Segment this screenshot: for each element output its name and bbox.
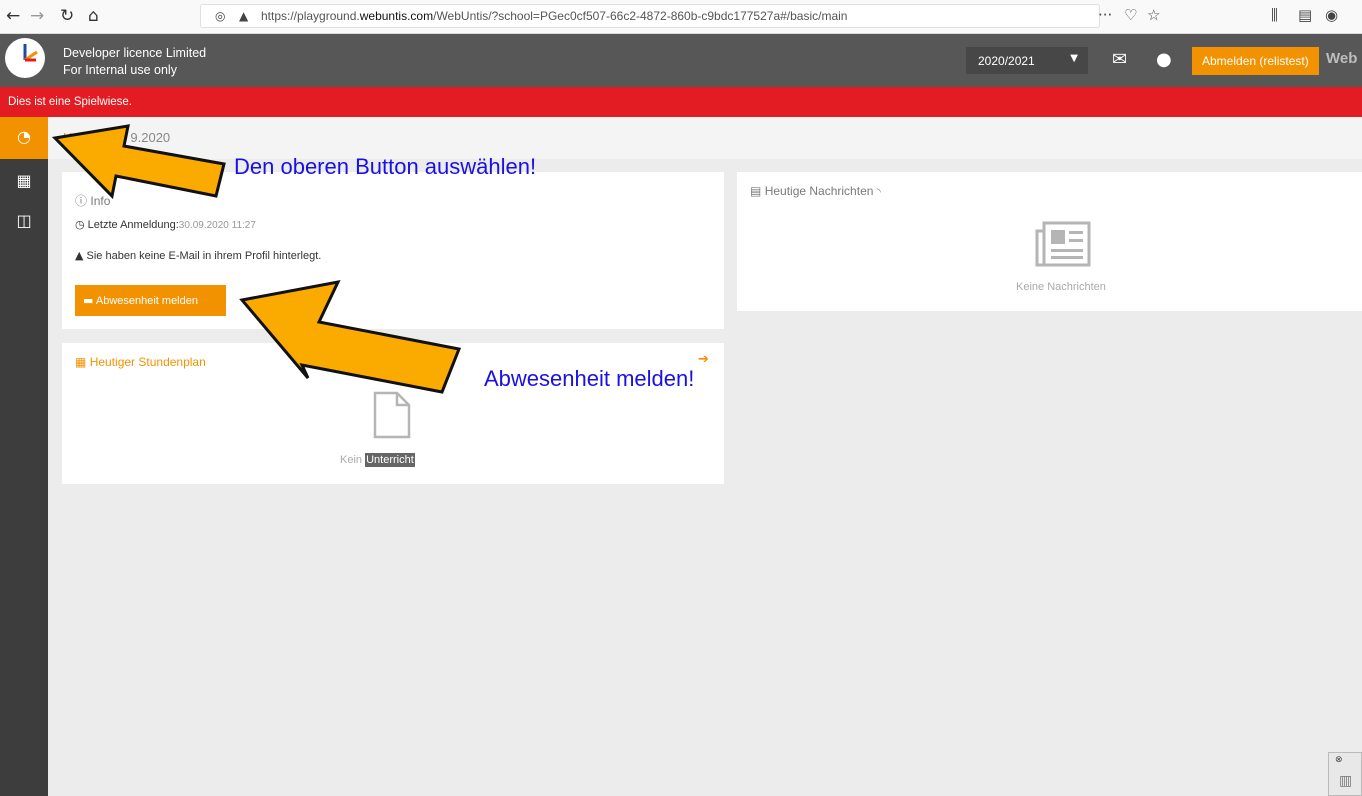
logout-button[interactable]: Abmelden (relistest) (1192, 47, 1319, 75)
playground-banner: Dies ist eine Spielwiese. (0, 87, 1362, 117)
reload-icon[interactable]: ↻ (60, 6, 74, 26)
bookmark-star-icon[interactable]: ☆ (1147, 6, 1160, 24)
book-icon: ◫ (16, 211, 32, 230)
rss-icon: ◝ (876, 187, 881, 198)
browser-toolbar: ← → ↻ ⌂ ◎ ▲ https://playground.webuntis.… (0, 0, 1362, 34)
caret-down-icon: ▼ (1070, 53, 1078, 64)
no-news-text: Keine Nachrichten (1016, 281, 1106, 293)
newspaper-large-icon (1035, 221, 1091, 267)
empty-document-icon (373, 391, 411, 439)
library-icon[interactable]: ⫼ (1271, 6, 1278, 24)
newspaper-icon: ▤ (750, 184, 762, 198)
sidebar-item-dashboard[interactable]: ◔ (0, 117, 48, 159)
home-icon[interactable]: ⌂ (88, 6, 99, 26)
page-title: H 9.2020 (63, 130, 171, 145)
url-text: https://playground.webuntis.com/WebUntis… (261, 9, 848, 23)
address-bar[interactable]: ◎ ▲ https://playground.webuntis.com/WebU… (200, 4, 1100, 28)
info-widget: ⓘ Info ◷ Letzte Anmeldung:30.09.2020 11:… (62, 172, 724, 329)
trash-widget[interactable]: ⊗ ▥ (1328, 752, 1362, 796)
user-icon[interactable]: ● (1156, 49, 1172, 70)
info-circle-icon: ⓘ (75, 194, 88, 208)
lock-icon: ▲ (239, 9, 249, 23)
arrow-right-icon[interactable]: ➔ (698, 352, 709, 367)
more-icon[interactable]: ··· (1098, 6, 1112, 24)
bed-icon: ▬ (83, 294, 94, 307)
calendar-icon: ▦ (75, 355, 87, 369)
no-lessons-text: Kein Unterricht (340, 453, 415, 467)
pocket-icon[interactable]: ♡ (1124, 6, 1137, 24)
sidebar-item-classbook[interactable]: ◫ (0, 201, 48, 243)
callout-top-text: Den oberen Button auswählen! (234, 154, 537, 179)
account-icon[interactable]: ◉ (1325, 6, 1338, 24)
dashboard-icon: ◔ (17, 127, 31, 146)
shield-icon: ◎ (215, 9, 226, 23)
warning-icon: ▲ (75, 249, 84, 262)
webuntis-logo[interactable] (5, 38, 45, 78)
license-line-2: For Internal use only (63, 63, 177, 77)
report-absence-button[interactable]: ▬ Abwesenheit melden (75, 285, 226, 316)
forward-arrow-icon[interactable]: → (30, 6, 44, 26)
school-year-value: 2020/2021 (978, 54, 1035, 68)
news-widget: ▤ Heutige Nachrichten ◝ Keine Nachrichte… (737, 172, 1362, 311)
callout-bottom-text: Abwesenheit melden! (484, 366, 695, 391)
last-login: ◷ Letzte Anmeldung:30.09.2020 11:27 (75, 218, 256, 231)
calendar-icon: ▦ (16, 171, 32, 190)
school-year-select[interactable]: 2020/2021 ▼ (966, 47, 1088, 74)
app-header: Developer licence Limited For Internal u… (0, 34, 1362, 87)
sidebar: ◔ ▦ ◫ (0, 117, 48, 796)
page-header: H 9.2020 (48, 117, 1362, 159)
timetable-widget-title[interactable]: ▦ Heutiger Stundenplan (75, 355, 206, 369)
close-icon[interactable]: ⊗ (1335, 755, 1343, 765)
clock-icon: ◷ (75, 218, 85, 231)
info-widget-title: ⓘ Info (75, 194, 111, 208)
trash-icon: ▥ (1339, 773, 1353, 789)
license-line-1: Developer licence Limited (63, 46, 207, 60)
sidebar-toggle-icon[interactable]: ▤ (1298, 6, 1312, 24)
envelope-icon[interactable]: ✉ (1112, 49, 1127, 70)
back-arrow-icon[interactable]: ← (6, 6, 20, 26)
email-warning: ▲ Sie haben keine E-Mail in ihrem Profil… (75, 249, 322, 262)
news-widget-title: ▤ Heutige Nachrichten ◝ (750, 184, 881, 198)
timetable-widget: ▦ Heutiger Stundenplan ➔ Kein Unterricht (62, 343, 724, 484)
brand-text: Web (1326, 50, 1358, 67)
sidebar-item-timetable[interactable]: ▦ (0, 161, 48, 203)
